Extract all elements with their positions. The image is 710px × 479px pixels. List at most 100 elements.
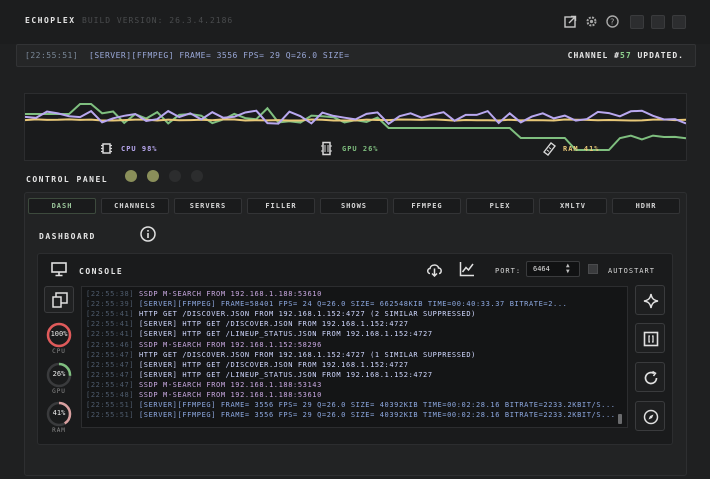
log-line: [22:55:41] HTTP GET /DISCOVER.JSON FROM … bbox=[86, 310, 476, 318]
channel-updated-notice: CHANNEL #57 UPDATED. bbox=[568, 51, 684, 60]
log-timestamp: [22:55:47] bbox=[86, 350, 135, 359]
cpu-chip-icon bbox=[100, 141, 113, 156]
autostart-checkbox[interactable] bbox=[588, 264, 598, 274]
maximize-button[interactable] bbox=[651, 15, 665, 29]
gpu-series-line bbox=[25, 103, 687, 151]
status-time: [22:55:51] bbox=[25, 51, 79, 60]
channel-suffix: UPDATED. bbox=[631, 51, 684, 60]
log-line: [22:55:47] [SERVER] HTTP GET /DISCOVER.J… bbox=[86, 361, 409, 369]
autostart-label: AUTOSTART bbox=[608, 267, 655, 275]
log-message: SSDP M-SEARCH FROM 192.168.1.188:53610 bbox=[138, 290, 322, 298]
chart-icon[interactable] bbox=[459, 261, 475, 277]
dashboard-title: DASHBOARD bbox=[39, 232, 96, 241]
log-line: [22:55:38] SSDP M-SEARCH FROM 192.168.1.… bbox=[86, 290, 322, 298]
log-line: [22:55:46] SSDP M-SEARCH FROM 192.168.1.… bbox=[86, 341, 322, 349]
tab-servers[interactable]: SERVERS bbox=[174, 198, 242, 214]
log-message: [SERVER][FFMPEG] FRAME=58401 FPS= 24 Q=2… bbox=[138, 300, 568, 309]
tab-shows[interactable]: SHOWS bbox=[320, 198, 388, 214]
tab-channels[interactable]: CHANNELS bbox=[101, 198, 169, 214]
log-line: [22:55:47] HTTP GET /DISCOVER.JSON FROM … bbox=[86, 351, 476, 359]
tab-ffmpeg[interactable]: FFMPEG bbox=[393, 198, 461, 214]
log-message: SSDP M-SEARCH FROM 192.168.1.152:58296 bbox=[138, 340, 322, 349]
log-message: [SERVER] HTTP GET /LINEUP_STATUS.JSON FR… bbox=[138, 330, 433, 339]
channel-number: 57 bbox=[620, 51, 632, 60]
devices-icon bbox=[52, 292, 68, 308]
info-icon[interactable] bbox=[140, 226, 156, 242]
close-button[interactable] bbox=[672, 15, 686, 29]
log-timestamp: [22:55:41] bbox=[86, 320, 135, 329]
channel-prefix: CHANNEL # bbox=[567, 51, 620, 60]
log-timestamp: [22:55:47] bbox=[86, 360, 135, 369]
gpu-gauge-value: 26% bbox=[52, 370, 66, 378]
refresh-icon bbox=[644, 370, 658, 385]
port-stepper-icon[interactable]: ▲ ▼ bbox=[566, 263, 570, 275]
log-timestamp: [22:55:38] bbox=[86, 290, 135, 298]
log-line: [22:55:47] SSDP M-SEARCH FROM 192.168.1.… bbox=[86, 381, 322, 389]
console-log[interactable]: [22:55:38] SSDP M-SEARCH FROM 192.168.1.… bbox=[81, 286, 628, 428]
ram-label: RAM 41% bbox=[563, 145, 600, 153]
ram-gauge-label: RAM bbox=[52, 427, 66, 434]
log-line: [22:55:48] SSDP M-SEARCH FROM 192.168.1.… bbox=[86, 391, 322, 399]
app-title: ECHOPLEX bbox=[25, 16, 76, 25]
compass-button[interactable] bbox=[635, 401, 665, 431]
gear-icon[interactable] bbox=[585, 15, 598, 28]
log-timestamp: [22:55:48] bbox=[86, 391, 135, 399]
cpu-gauge-label: CPU bbox=[52, 348, 66, 355]
external-link-icon[interactable] bbox=[564, 15, 577, 28]
log-line: [22:55:51] [SERVER][FFMPEG] FRAME= 3556 … bbox=[86, 411, 616, 419]
status-message: [SERVER][FFMPEG] FRAME= 3556 FPS= 29 Q=2… bbox=[89, 51, 350, 60]
bracket-button[interactable] bbox=[635, 323, 665, 353]
console-title: CONSOLE bbox=[79, 267, 124, 276]
refresh-button[interactable] bbox=[635, 362, 665, 392]
log-timestamp: [22:55:41] bbox=[86, 330, 135, 339]
log-message: [SERVER] HTTP GET /LINEUP_STATUS.JSON FR… bbox=[138, 370, 433, 379]
monitor-icon bbox=[51, 261, 67, 277]
log-message: [SERVER][FFMPEG] FRAME= 3556 FPS= 29 Q=2… bbox=[138, 411, 616, 420]
tab-filler[interactable]: FILLER bbox=[247, 198, 315, 214]
gpu-card-icon bbox=[320, 141, 333, 156]
build-version: BUILD VERSION: 26.3.4.2186 bbox=[82, 16, 234, 25]
log-timestamp: [22:55:46] bbox=[86, 340, 135, 349]
devices-button[interactable] bbox=[44, 286, 74, 313]
log-line: [22:55:39] [SERVER][FFMPEG] FRAME=58401 … bbox=[86, 300, 567, 308]
log-timestamp: [22:55:39] bbox=[86, 300, 135, 309]
minimize-button[interactable] bbox=[630, 15, 644, 29]
log-message: SSDP M-SEARCH FROM 192.168.1.188:53610 bbox=[138, 391, 322, 399]
log-timestamp: [22:55:41] bbox=[86, 310, 135, 319]
status-led-4 bbox=[191, 170, 203, 182]
status-led-3 bbox=[169, 170, 181, 182]
compass-icon bbox=[643, 409, 659, 425]
cpu-gauge-value: 100% bbox=[50, 330, 68, 338]
log-scrollbar[interactable] bbox=[618, 414, 622, 424]
log-timestamp: [22:55:47] bbox=[86, 380, 135, 389]
cpu-label: CPU 98% bbox=[121, 145, 158, 153]
log-message: HTTP GET /DISCOVER.JSON FROM 192.168.1.1… bbox=[138, 310, 476, 319]
port-input[interactable] bbox=[526, 261, 580, 277]
log-message: HTTP GET /DISCOVER.JSON FROM 192.168.1.1… bbox=[138, 350, 476, 359]
log-line: [22:55:47] [SERVER] HTTP GET /LINEUP_STA… bbox=[86, 371, 433, 379]
ram-stick-icon bbox=[542, 141, 556, 156]
port-label: PORT: bbox=[495, 267, 522, 275]
svg-text:?: ? bbox=[610, 18, 615, 27]
log-timestamp: [22:55:47] bbox=[86, 370, 135, 379]
sparkle-button[interactable] bbox=[635, 285, 665, 315]
help-icon[interactable]: ? bbox=[606, 15, 619, 28]
sparkle-icon bbox=[643, 293, 659, 309]
log-timestamp: [22:55:51] bbox=[86, 411, 135, 420]
log-message: [SERVER] HTTP GET /DISCOVER.JSON FROM 19… bbox=[138, 320, 409, 329]
control-panel-label: CONTROL PANEL bbox=[26, 175, 109, 184]
tab-xmltv[interactable]: XMLTV bbox=[539, 198, 607, 214]
tab-dash[interactable]: DASH bbox=[28, 198, 96, 214]
bracket-box-icon bbox=[643, 331, 659, 347]
download-icon[interactable] bbox=[426, 262, 443, 278]
tab-plex[interactable]: PLEX bbox=[466, 198, 534, 214]
status-led-1 bbox=[125, 170, 137, 182]
tab-hdhr[interactable]: HDHR bbox=[612, 198, 680, 214]
log-message: [SERVER] HTTP GET /DISCOVER.JSON FROM 19… bbox=[138, 360, 409, 369]
log-message: SSDP M-SEARCH FROM 192.168.1.188:53143 bbox=[138, 380, 322, 389]
log-timestamp: [22:55:51] bbox=[86, 401, 135, 410]
log-message: [SERVER][FFMPEG] FRAME= 3556 FPS= 29 Q=2… bbox=[138, 401, 616, 410]
gpu-gauge-label: GPU bbox=[52, 388, 66, 395]
log-line: [22:55:41] [SERVER] HTTP GET /DISCOVER.J… bbox=[86, 320, 409, 328]
ram-gauge-value: 41% bbox=[52, 409, 66, 417]
